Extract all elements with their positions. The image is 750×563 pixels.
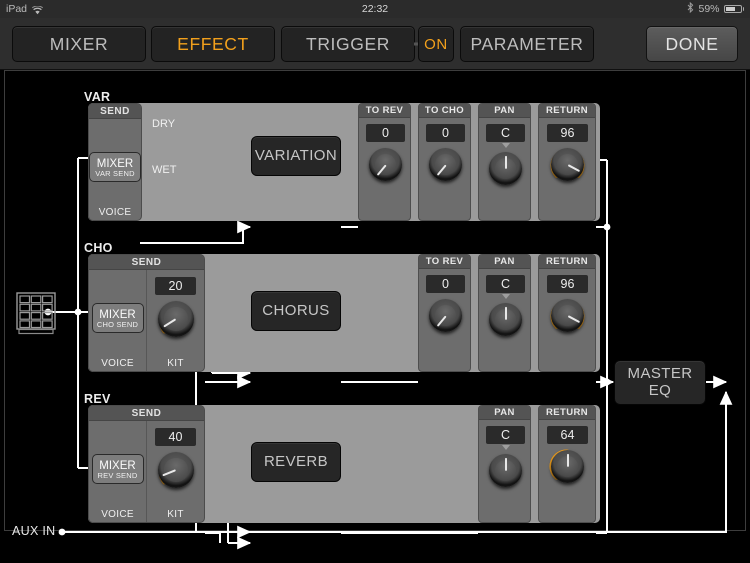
var-param-to-rev: TO REV 0 [358,103,411,221]
rev-send-voice-label: VOICE [101,509,134,520]
trigger-on-toggle[interactable]: ON [418,26,454,62]
master-eq-block[interactable]: MASTER EQ [614,360,706,405]
mixer-sublabel: REV SEND [97,470,138,480]
rev-send-voice-column: MIXER REV SEND VOICE [89,421,146,522]
var-pan-label: PAN [479,104,530,118]
rev-send-kit-knob[interactable] [158,452,194,488]
cho-return-knob[interactable] [550,299,585,332]
var-param-to-cho: TO CHO 0 [418,103,471,221]
cho-send-kit-label: KIT [167,358,184,369]
var-send-voice-label: VOICE [98,207,132,218]
cho-to-rev-label: TO REV [419,255,470,269]
var-send-voice-column: MIXER VAR SEND VOICE [89,119,141,220]
bluetooth-icon [687,1,694,16]
rev-send-module: SEND MIXER REV SEND VOICE 40 KIT [88,405,205,523]
effect-tab-button[interactable]: EFFECT [151,26,275,62]
var-pan-knob[interactable] [489,143,522,185]
group-label-rev: REV [84,392,111,406]
rev-return-label: RETURN [539,406,595,420]
done-button[interactable]: DONE [646,26,738,62]
var-dry-label: DRY [152,118,176,130]
cho-param-pan: PAN C [478,254,531,372]
var-param-return: RETURN 96 [538,103,596,221]
var-return-knob[interactable] [550,148,585,181]
cho-to-rev-value[interactable]: 0 [426,275,465,293]
mixer-sublabel: VAR SEND [95,168,135,178]
rev-pan-value[interactable]: C [486,426,525,444]
drum-pad-grid-icon[interactable] [16,292,56,341]
mixer-cho-send-button[interactable]: MIXER CHO SEND [91,303,144,334]
cho-return-label: RETURN [539,255,595,269]
cho-pan-value[interactable]: C [486,275,525,293]
cho-send-kit-value[interactable]: 20 [155,277,196,295]
cho-send-voice-column: MIXER CHO SEND VOICE [89,270,146,371]
var-wet-label: WET [152,164,177,176]
rev-pan-label: PAN [479,406,530,420]
rev-send-kit-column: 40 KIT [146,421,204,522]
var-to-rev-label: TO REV [359,104,410,118]
var-pan-center-marker-icon [501,143,510,148]
cho-param-return: RETURN 96 [538,254,596,372]
mixer-tab-button[interactable]: MIXER [12,26,146,62]
var-to-rev-value[interactable]: 0 [366,124,405,142]
mixer-rev-send-button[interactable]: MIXER REV SEND [91,454,144,485]
chorus-processor-block[interactable]: CHORUS [251,291,341,331]
rev-send-kit-value[interactable]: 40 [155,428,196,446]
rev-pan-knob[interactable] [489,445,522,487]
var-return-value[interactable]: 96 [547,124,588,142]
battery-icon [723,4,744,14]
status-bar: iPad 22:32 59% [0,0,750,18]
rev-return-knob[interactable] [549,449,584,483]
rev-send-kit-label: KIT [167,509,184,520]
var-send-module: SEND MIXER VAR SEND VOICE [88,103,142,221]
cho-pan-label: PAN [479,255,530,269]
cho-send-header: SEND [89,255,204,270]
effect-routing-stage: VAR SEND MIXER VAR SEND VOICE DRY WET VA… [0,70,750,563]
variation-processor-block[interactable]: VARIATION [251,136,341,176]
clock: 22:32 [361,3,389,15]
group-label-cho: CHO [84,241,113,255]
battery-percent: 59% [698,3,720,15]
master-eq-line1: MASTER [627,365,693,382]
cho-send-module: SEND MIXER CHO SEND VOICE 20 KIT [88,254,205,372]
parameter-tab-button[interactable]: PARAMETER [460,26,594,62]
status-bar-right: 59% [687,1,744,16]
var-param-pan: PAN C [478,103,531,221]
rev-return-value[interactable]: 64 [547,426,588,444]
rev-param-return: RETURN 64 [538,405,596,523]
rev-send-header: SEND [89,406,204,421]
var-to-cho-value[interactable]: 0 [426,124,465,142]
var-send-header: SEND [89,104,141,119]
cho-return-value[interactable]: 96 [547,275,588,293]
var-to-rev-knob[interactable] [369,148,402,181]
mixer-sublabel: CHO SEND [96,319,139,329]
var-to-cho-knob[interactable] [429,148,462,181]
cho-param-to-rev: TO REV 0 [418,254,471,372]
toolbar: MIXER EFFECT TRIGGER ON PARAMETER DONE [0,18,750,70]
var-to-cho-label: TO CHO [419,104,470,118]
cho-send-kit-knob[interactable] [158,301,194,337]
reverb-processor-block[interactable]: REVERB [251,442,341,482]
trigger-tab-button[interactable]: TRIGGER [281,26,415,62]
cho-pan-center-marker-icon [501,294,510,299]
aux-in-label: AUX IN [12,524,56,538]
group-label-var: VAR [84,90,111,104]
mixer-var-send-button[interactable]: MIXER VAR SEND [89,152,141,183]
cho-pan-knob[interactable] [489,294,522,336]
master-eq-line2: EQ [648,381,672,399]
rev-pan-center-marker-icon [501,445,510,450]
var-return-label: RETURN [539,104,595,118]
cho-to-rev-knob[interactable] [429,299,462,332]
rev-param-pan: PAN C [478,405,531,523]
var-pan-value[interactable]: C [486,124,525,142]
cho-send-kit-column: 20 KIT [146,270,204,371]
cho-send-voice-label: VOICE [101,358,134,369]
